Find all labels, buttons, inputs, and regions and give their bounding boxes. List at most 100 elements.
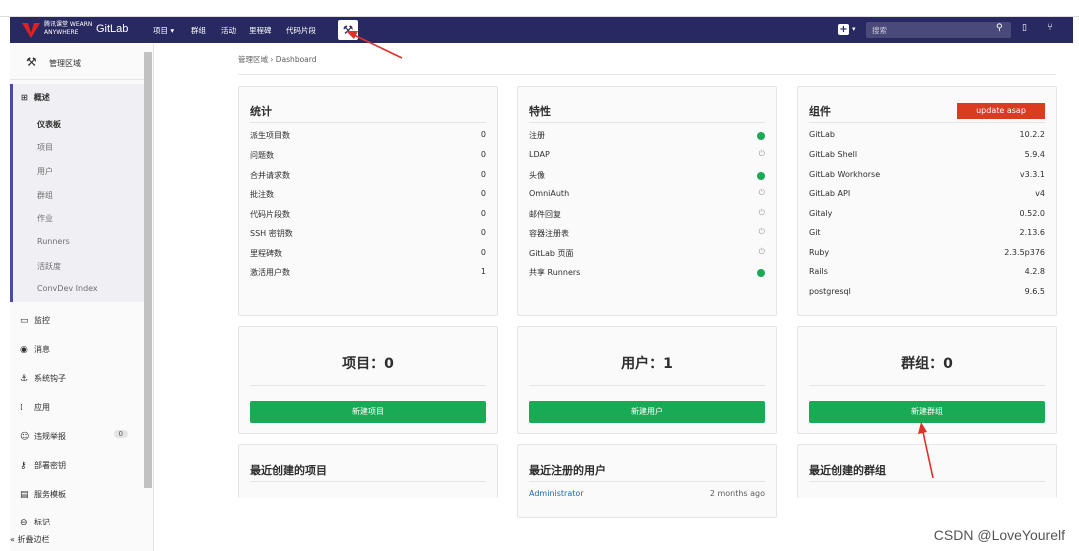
sidebar-item-messages[interactable]: ◉ 消息 [20, 344, 140, 355]
sidebar-subitem-convdev[interactable]: ConvDev Index [37, 284, 98, 293]
stats-row: 里程碑数 0 [250, 248, 486, 258]
groups-count-title: 群组：0 [901, 356, 953, 372]
stats-card: 统计 派生项目数 0 问题数 0 合并请求数 0 批注数 0 代码片段数 0 SSH 密钥… [238, 86, 498, 316]
tencent-logo-icon [22, 23, 40, 38]
status-on-icon [757, 269, 765, 277]
sidebar-item-abuse-reports[interactable]: ☺ 违规举报 0 [20, 430, 140, 442]
nav-projects[interactable]: 项目 ▾ [153, 25, 174, 36]
divider [809, 481, 1045, 482]
template-icon: ▤ [20, 490, 29, 500]
sidebar-subitem-projects[interactable]: 项目 [37, 142, 53, 153]
apps-icon: ⁞ [20, 403, 23, 413]
stats-row: 派生项目数 0 [250, 130, 486, 140]
sidebar-item-hooks[interactable]: ⚓ 系统钩子 [20, 373, 140, 384]
feature-row: 头像 [529, 170, 765, 182]
collapse-sidebar-button[interactable]: « 折叠边栏 [10, 534, 49, 545]
sidebar-item-service-templates[interactable]: ▤ 服务模板 [20, 489, 140, 500]
chevron-down-icon[interactable]: ▾ [852, 25, 856, 33]
sidebar-subitem-dashboard[interactable]: 仪表板 [37, 119, 61, 130]
new-group-button[interactable]: 新建群组 [809, 401, 1045, 423]
key-icon: ⚷ [20, 461, 27, 471]
new-project-button[interactable]: 新建项目 [250, 401, 486, 423]
component-row: GitLab Shell 5.9.4 [809, 150, 1045, 159]
nav-snippets[interactable]: 代码片段 [286, 25, 316, 36]
admin-sidebar: ⚒ 管理区域 ⊞ 概述 仪表板 项目 用户 群组 作业 Runners 活跃度 C… [10, 44, 154, 551]
double-chevron-left-icon: « [10, 535, 15, 544]
sidebar-scrollbar[interactable] [144, 52, 152, 488]
projects-count-title: 项目：0 [342, 356, 394, 372]
label-icon: ⊖ [20, 518, 28, 525]
wrench-icon: ⚒ [26, 55, 37, 69]
breadcrumb: 管理区域 › Dashboard [238, 54, 316, 65]
nav-groups[interactable]: 群组 [191, 25, 206, 36]
sidebar-subitem-activity[interactable]: 活跃度 [37, 261, 61, 272]
component-row: GitLab 10.2.2 [809, 130, 1045, 139]
stats-row: 问题数 0 [250, 150, 486, 160]
divider [809, 122, 1045, 123]
recent-projects-card: 最近创建的项目 [238, 444, 498, 498]
divider [529, 385, 765, 386]
user-link[interactable]: Administrator [529, 489, 584, 498]
feature-row: GitLab 页面 ⏻ [529, 247, 765, 258]
recent-projects-title: 最近创建的项目 [250, 464, 327, 477]
admin-area-wrench-icon[interactable]: ⚒ [338, 20, 358, 40]
issues-icon[interactable]: ▯ [1022, 23, 1027, 33]
divider [809, 385, 1045, 386]
abuse-count-badge: 0 [113, 430, 128, 438]
gitlab-brand[interactable]: GitLab [96, 23, 128, 35]
sidebar-subitem-groups[interactable]: 群组 [37, 190, 53, 201]
sidebar-subitem-jobs[interactable]: 作业 [37, 213, 53, 224]
component-row: GitLab API v4 [809, 189, 1045, 198]
abuse-icon: ☺ [20, 432, 30, 442]
nav-activity[interactable]: 活动 [221, 25, 236, 36]
sidebar-header[interactable]: ⚒ 管理区域 [10, 44, 144, 80]
recent-groups-title: 最近创建的群组 [809, 464, 886, 477]
feature-row: OmniAuth ⏻ [529, 188, 765, 198]
new-plus-icon[interactable]: + [838, 24, 849, 35]
divider [250, 481, 486, 482]
divider [250, 122, 486, 123]
sidebar-item-deploy-keys[interactable]: ⚷ 部署密钥 [20, 460, 140, 471]
sidebar-item-monitoring[interactable]: ▭ 监控 [20, 315, 140, 326]
breadcrumb-divider [238, 74, 1056, 75]
grid-icon: ⊞ [21, 93, 28, 102]
stats-row: 代码片段数 0 [250, 209, 486, 219]
component-row: GitLab Workhorse v3.3.1 [809, 170, 1045, 179]
divider [250, 385, 486, 386]
feature-row: 容器注册表 ⏻ [529, 227, 765, 238]
components-card: 组件 update asap GitLab 10.2.2 GitLab Shell… [797, 86, 1057, 316]
power-off-icon: ⏻ [758, 208, 765, 217]
sidebar-subitem-users[interactable]: 用户 [37, 166, 53, 177]
stats-row: 合并请求数 0 [250, 170, 486, 180]
component-row: Git 2.13.6 [809, 228, 1045, 237]
stats-row: SSH 密钥数 0 [250, 228, 486, 238]
search-icon[interactable]: ⚲ [996, 23, 1003, 33]
groups-count-card: 群组：0 新建群组 [797, 326, 1057, 434]
power-off-icon: ⏻ [758, 247, 765, 256]
components-title: 组件 [809, 105, 831, 118]
update-asap-badge[interactable]: update asap [957, 103, 1045, 119]
sidebar-item-labels[interactable]: ⊖ 标记 [20, 517, 140, 525]
merge-request-icon[interactable]: ⑂ [1047, 22, 1053, 33]
feature-row: 注册 [529, 130, 765, 142]
component-row: Rails 4.2.8 [809, 267, 1045, 276]
sidebar-item-applications[interactable]: ⁞ 应用 [20, 402, 140, 413]
sidebar-item-overview[interactable]: ⊞ 概述 [21, 92, 56, 103]
nav-milestones[interactable]: 里程碑 [249, 25, 272, 36]
feature-row: LDAP ⏻ [529, 149, 765, 159]
feature-row: 邮件回复 ⏻ [529, 208, 765, 219]
breadcrumb-parent[interactable]: 管理区域 [238, 55, 268, 64]
status-on-icon [757, 172, 765, 180]
csdn-watermark: CSDN @LoveYourelf [933, 527, 1065, 543]
recent-users-title: 最近注册的用户 [529, 464, 606, 477]
power-off-icon: ⏻ [758, 227, 765, 236]
anchor-icon: ⚓ [20, 374, 29, 384]
sidebar-subitem-runners[interactable]: Runners [37, 237, 70, 246]
broadcast-icon: ◉ [20, 345, 28, 355]
projects-count-card: 项目：0 新建项目 [238, 326, 498, 434]
search-input[interactable]: 搜索 [866, 22, 1011, 38]
divider [529, 122, 765, 123]
component-row: Ruby 2.3.5p376 [809, 248, 1045, 257]
sidebar-overview-section: ⊞ 概述 仪表板 项目 用户 群组 作业 Runners 活跃度 ConvDev … [10, 84, 144, 302]
new-user-button[interactable]: 新建用户 [529, 401, 765, 423]
